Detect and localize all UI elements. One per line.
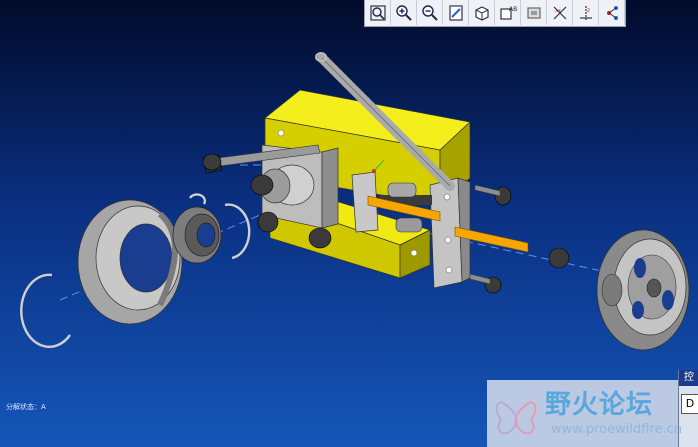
saved-views-button[interactable]: AB: [495, 0, 521, 25]
watermark-url: www.proewildfire.cn: [551, 422, 682, 437]
refit-button[interactable]: [365, 0, 391, 25]
zoom-out-button[interactable]: [417, 0, 443, 25]
model-display-button[interactable]: [521, 0, 547, 25]
datum-axes-button[interactable]: z: [573, 0, 599, 25]
repaint-button[interactable]: [443, 0, 469, 25]
datum-axes-icon: z: [579, 5, 592, 20]
view-toolbar: AB xx z: [364, 0, 626, 27]
svg-text:xx: xx: [555, 8, 561, 14]
zoom-out-icon: [421, 4, 438, 21]
side-panel-tab[interactable]: 控: [679, 370, 698, 386]
orient-button[interactable]: [469, 0, 495, 25]
explode-state-label: 分解状态：A: [6, 403, 46, 411]
zoom-in-button[interactable]: [391, 0, 417, 25]
svg-text:AB: AB: [509, 6, 517, 13]
datum-planes-button[interactable]: xx: [547, 0, 573, 25]
bearing-flange[interactable]: [77, 199, 183, 325]
graphics-window[interactable]: AB xx z 分解状态：A 控 D 野火论坛 www.proewildfire…: [0, 0, 698, 447]
forum-watermark: 野火论坛 www.proewildfire.cn: [487, 380, 682, 447]
repaint-icon: [448, 4, 463, 21]
svg-text:z: z: [587, 7, 590, 14]
zoom-fit-icon: [369, 4, 386, 21]
orient-cube-icon: [474, 5, 489, 21]
watermark-title: 野火论坛: [545, 390, 654, 420]
spin-center-button[interactable]: [599, 0, 625, 25]
datum-planes-icon: xx: [553, 6, 566, 19]
ball-bearing[interactable]: [172, 206, 222, 264]
side-panel-button[interactable]: D: [681, 394, 698, 414]
handwheel[interactable]: [596, 229, 690, 351]
zoom-in-icon: [395, 4, 412, 21]
saved-views-icon: AB: [499, 6, 517, 20]
butterfly-logo-icon: [495, 401, 537, 435]
model-display-icon: [526, 6, 541, 19]
spin-center-icon: [606, 5, 618, 20]
